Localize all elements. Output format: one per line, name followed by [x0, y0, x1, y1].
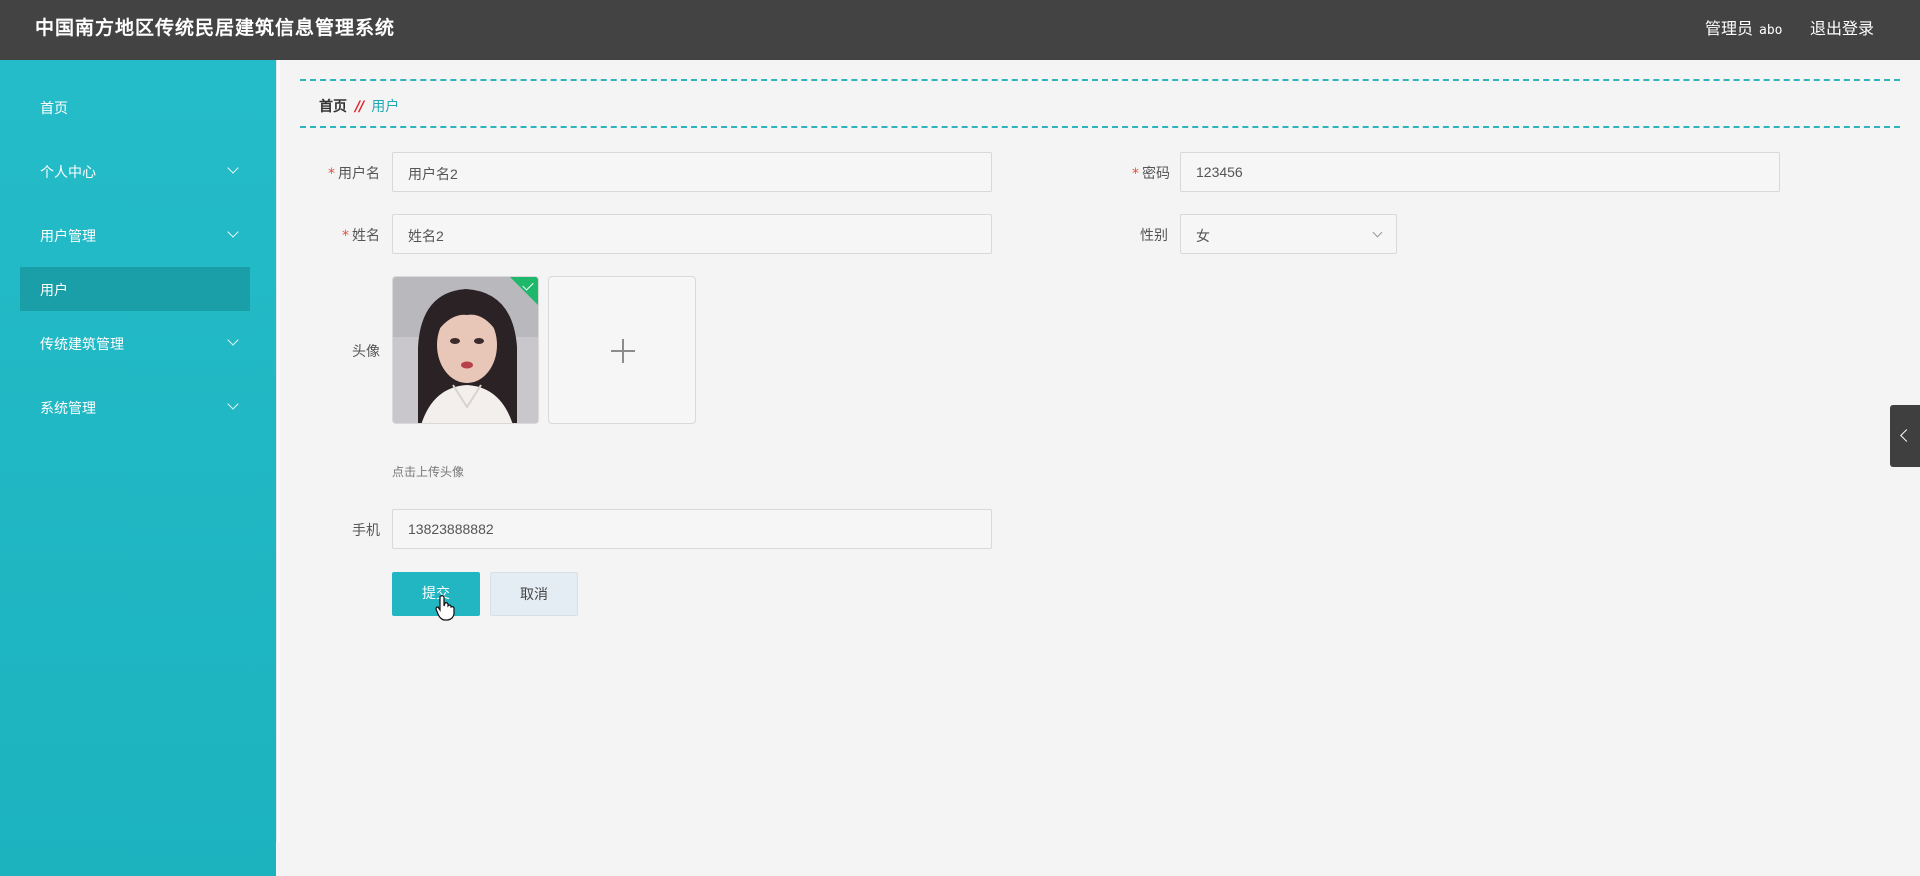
password-label: * 密码	[1132, 166, 1170, 182]
hand-cursor-icon	[435, 595, 455, 621]
user-role: 管理员	[1705, 19, 1754, 38]
phone-field[interactable]: 13823888882	[392, 509, 992, 549]
sidebar-item-personal-center[interactable]: 个人中心	[0, 151, 276, 191]
sidebar: 首页 个人中心 用户管理 用户 传统建筑管理 系统管理	[0, 60, 276, 876]
avatar-upload-button[interactable]	[548, 276, 696, 424]
username-label: * 用户名	[328, 166, 380, 182]
name-label: * 姓名	[342, 228, 380, 244]
gender-label: 性别	[1140, 228, 1168, 244]
sidebar-item-home[interactable]: 首页	[0, 87, 276, 127]
avatar-photo	[393, 277, 538, 423]
avatar-label: 头像	[352, 344, 380, 360]
cancel-button[interactable]: 取消	[490, 572, 578, 616]
chevron-left-icon	[1900, 429, 1913, 442]
logout-link[interactable]: 退出登录	[1810, 15, 1874, 39]
avatar-upload-hint: 点击上传头像	[392, 465, 465, 479]
gender-select[interactable]: 女	[1180, 214, 1397, 254]
sidebar-item-user-management[interactable]: 用户管理	[0, 215, 276, 255]
breadcrumb-home[interactable]: 首页	[319, 99, 347, 115]
top-bar: 中国南方地区传统民居建筑信息管理系统 管理员 abo 退出登录	[0, 0, 1920, 60]
user-info: 管理员 abo	[1705, 15, 1783, 39]
sidebar-divider	[276, 60, 280, 842]
collapse-panel-button[interactable]	[1890, 405, 1920, 467]
sidebar-item-label: 系统管理	[40, 401, 96, 417]
breadcrumb-border-top	[300, 79, 1900, 81]
chevron-down-icon	[227, 226, 239, 238]
app-title: 中国南方地区传统民居建筑信息管理系统	[35, 17, 396, 39]
sidebar-item-label: 用户	[40, 283, 68, 299]
user-name: abo	[1759, 23, 1783, 38]
phone-label: 手机	[352, 523, 380, 539]
name-field[interactable]: 姓名2	[392, 214, 992, 254]
chevron-down-icon	[227, 162, 239, 174]
sidebar-item-label: 传统建筑管理	[40, 337, 124, 353]
sidebar-item-system-management[interactable]: 系统管理	[0, 387, 276, 427]
breadcrumb: 首页 // 用户	[319, 96, 399, 116]
username-field[interactable]: 用户名2	[392, 152, 992, 192]
sidebar-item-label: 个人中心	[40, 165, 96, 181]
chevron-down-icon	[227, 398, 239, 410]
breadcrumb-separator: //	[355, 99, 364, 115]
password-field[interactable]: 123456	[1180, 152, 1780, 192]
sidebar-item-building-management[interactable]: 传统建筑管理	[0, 323, 276, 363]
breadcrumb-border-bottom	[300, 126, 1900, 128]
chevron-down-icon	[227, 334, 239, 346]
breadcrumb-current: 用户	[371, 99, 400, 115]
sidebar-item-users[interactable]: 用户	[20, 267, 250, 311]
sidebar-item-label: 用户管理	[40, 229, 96, 245]
avatar-image[interactable]	[392, 276, 539, 424]
sidebar-item-label: 首页	[40, 101, 68, 117]
